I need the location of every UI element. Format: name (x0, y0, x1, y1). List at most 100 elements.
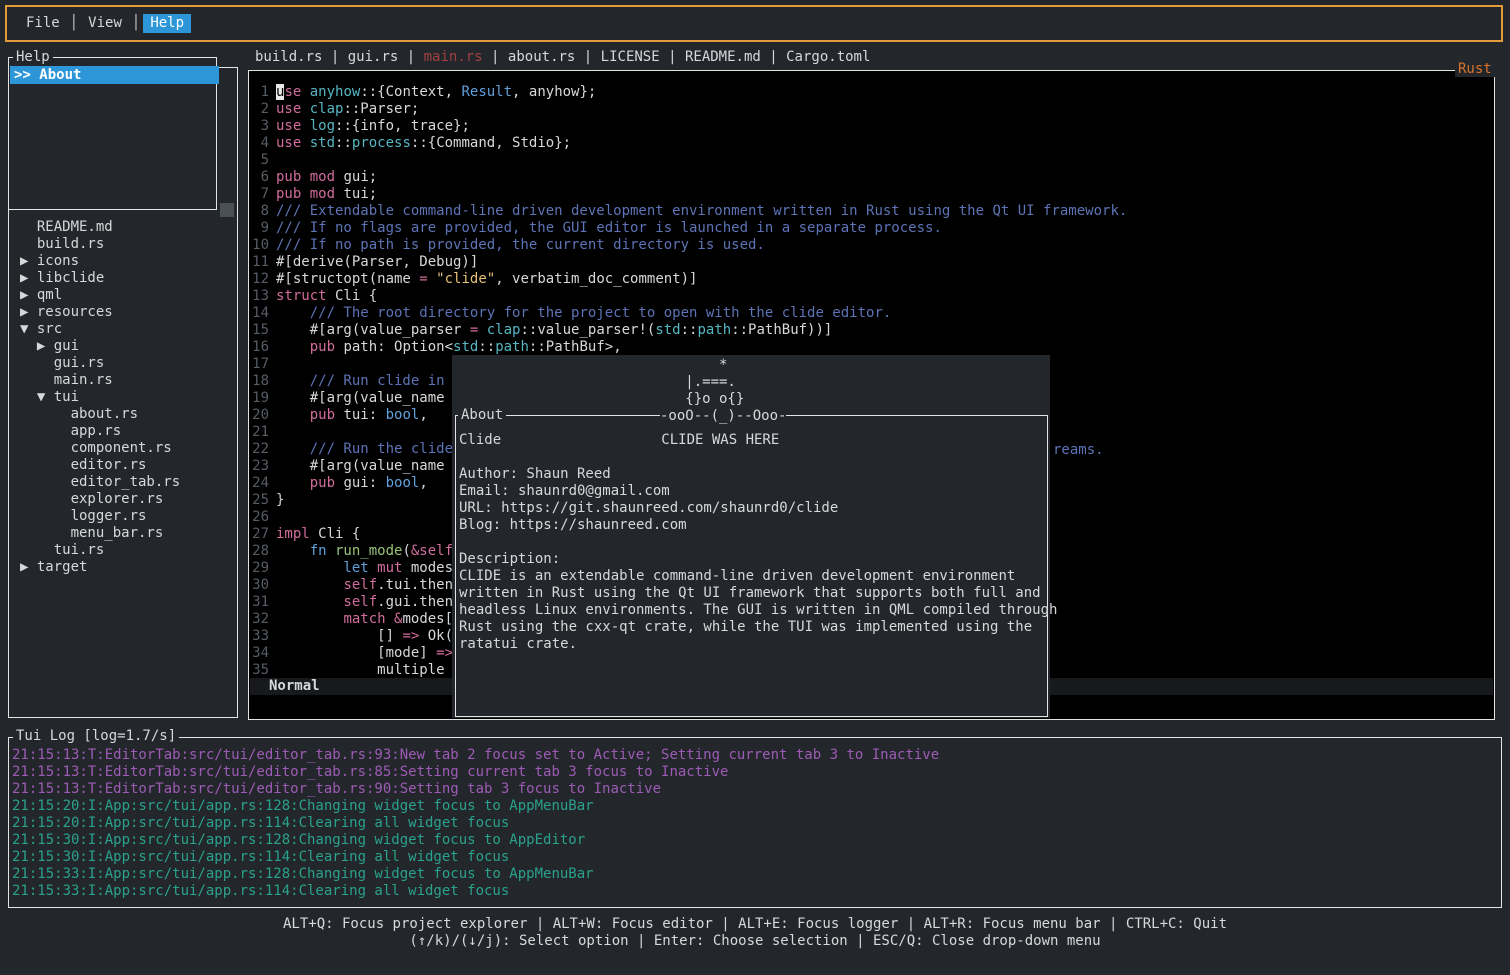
code-line-3: 3use log::{info, trace}; (252, 118, 1127, 135)
menu-separator: │ (67, 15, 81, 32)
tree-item-component.rs[interactable]: component.rs (11, 440, 235, 457)
log-entry: 21:15:33:I:App:src/tui/app.rs:128:Changi… (12, 866, 939, 883)
tree-item-menu_bar.rs[interactable]: menu_bar.rs (11, 525, 235, 542)
log-entry: 21:15:13:T:EditorTab:src/tui/editor_tab.… (12, 747, 939, 764)
code-line-4: 4use std::process::{Command, Stdio}; (252, 135, 1127, 152)
line-number: 9 (252, 220, 269, 237)
tree-item-tui.rs[interactable]: tui.rs (11, 542, 235, 559)
line-number: 29 (252, 560, 269, 577)
line-number: 16 (252, 339, 269, 356)
line-number: 34 (252, 645, 269, 662)
tree-item-editor_tab.rs[interactable]: editor_tab.rs (11, 474, 235, 491)
log-entry: 21:15:20:I:App:src/tui/app.rs:114:Cleari… (12, 815, 939, 832)
tree-item-README.md[interactable]: README.md (11, 219, 235, 236)
about-dialog-header: Clide CLIDE WAS HERE (459, 432, 779, 449)
line-number: 28 (252, 543, 269, 560)
code-line-14: 14 /// The root directory for the projec… (252, 305, 1127, 322)
tui-log-panel[interactable]: 21:15:13:T:EditorTab:src/tui/editor_tab.… (8, 737, 1502, 908)
code-line-6: 6pub mod gui; (252, 169, 1127, 186)
line-number: 4 (252, 135, 269, 152)
tab-about.rs[interactable]: about.rs (508, 49, 575, 65)
tab-LICENSE[interactable]: LICENSE (601, 49, 660, 65)
line-number: 2 (252, 101, 269, 118)
code-line-8: 8/// Extendable command-line driven deve… (252, 203, 1127, 220)
clide-ascii-art: * |.===. {}o o{} -ooO--(_)--Ooo- (660, 357, 786, 425)
about-dialog-title: About (458, 408, 506, 423)
file-tree: README.md build.rs▶ icons▶ libclide▶ qml… (11, 219, 235, 576)
code-line-15: 15 #[arg(value_parser = clap::value_pars… (252, 322, 1127, 339)
log-entry: 21:15:30:I:App:src/tui/app.rs:114:Cleari… (12, 849, 939, 866)
code-line-22-tail: reams. (1053, 442, 1104, 459)
tree-item-resources[interactable]: ▶ resources (11, 304, 235, 321)
menu-item-help[interactable]: Help (143, 14, 191, 33)
tab-README.md[interactable]: README.md (685, 49, 761, 65)
line-number: 20 (252, 407, 269, 424)
line-number: 14 (252, 305, 269, 322)
help-dropdown-menu: >> About (8, 57, 217, 210)
tree-item-tui[interactable]: ▼ tui (11, 389, 235, 406)
line-number: 32 (252, 611, 269, 628)
tab-Cargo.toml[interactable]: Cargo.toml (786, 49, 870, 65)
editor-language-badge: Rust (1455, 62, 1495, 77)
tree-item-qml[interactable]: ▶ qml (11, 287, 235, 304)
code-line-11: 11#[derive(Parser, Debug)] (252, 254, 1127, 271)
tree-item-explorer.rs[interactable]: explorer.rs (11, 491, 235, 508)
menu-bar: File│View│Help (5, 5, 1503, 42)
tree-item-main.rs[interactable]: main.rs (11, 372, 235, 389)
log-entry: 21:15:30:I:App:src/tui/app.rs:128:Changi… (12, 832, 939, 849)
line-number: 31 (252, 594, 269, 611)
tree-item-icons[interactable]: ▶ icons (11, 253, 235, 270)
menu-item-file[interactable]: File (19, 14, 67, 33)
code-line-10: 10/// If no path is provided, the curren… (252, 237, 1127, 254)
line-number: 6 (252, 169, 269, 186)
code-line-16: 16 pub path: Option<std::path::PathBuf>, (252, 339, 1127, 356)
help-menu-option-about[interactable]: >> About (10, 66, 219, 84)
editor-tab-bar: build.rs | gui.rs | main.rs | about.rs |… (255, 49, 870, 66)
tree-item-logger.rs[interactable]: logger.rs (11, 508, 235, 525)
tree-item-src[interactable]: ▼ src (11, 321, 235, 338)
tree-item-app.rs[interactable]: app.rs (11, 423, 235, 440)
code-line-9: 9/// If no flags are provided, the GUI e… (252, 220, 1127, 237)
tab-separator: | (660, 49, 685, 65)
shortcut-bar-line-2: (↑/k)/(↓/j): Select option | Enter: Choo… (0, 933, 1510, 950)
code-line-5: 5 (252, 152, 1127, 169)
line-number: 30 (252, 577, 269, 594)
tree-item-gui[interactable]: ▶ gui (11, 338, 235, 355)
log-entry: 21:15:33:I:App:src/tui/app.rs:114:Cleari… (12, 883, 939, 900)
help-dropdown-title: Help (13, 50, 53, 65)
tree-item-build.rs[interactable]: build.rs (11, 236, 235, 253)
code-line-2: 2use clap::Parser; (252, 101, 1127, 118)
code-line-7: 7pub mod tui; (252, 186, 1127, 203)
log-entry: 21:15:20:I:App:src/tui/app.rs:128:Changi… (12, 798, 939, 815)
tab-gui.rs[interactable]: gui.rs (348, 49, 399, 65)
tab-main.rs[interactable]: main.rs (424, 49, 483, 65)
tree-item-target[interactable]: ▶ target (11, 559, 235, 576)
code-line-13: 13struct Cli { (252, 288, 1127, 305)
tab-build.rs[interactable]: build.rs (255, 49, 322, 65)
line-number: 35 (252, 662, 269, 679)
tab-separator: | (575, 49, 600, 65)
explorer-scrollbar-thumb[interactable] (220, 203, 234, 217)
line-number: 11 (252, 254, 269, 271)
about-dialog: * |.===. {}o o{} -ooO--(_)--Ooo- Clide C… (452, 355, 1050, 718)
tui-log-title: Tui Log [log=1.7/s] (13, 729, 179, 744)
tree-item-gui.rs[interactable]: gui.rs (11, 355, 235, 372)
tree-item-libclide[interactable]: ▶ libclide (11, 270, 235, 287)
tab-separator: | (322, 49, 347, 65)
line-number: 12 (252, 271, 269, 288)
line-number: 10 (252, 237, 269, 254)
line-number: 25 (252, 492, 269, 509)
menu-separator: │ (129, 15, 143, 32)
line-number: 26 (252, 509, 269, 526)
line-number: 15 (252, 322, 269, 339)
tree-item-about.rs[interactable]: about.rs (11, 406, 235, 423)
line-number: 7 (252, 186, 269, 203)
line-number: 1 (252, 84, 269, 101)
tab-separator: | (398, 49, 423, 65)
line-number: 23 (252, 458, 269, 475)
line-number: 13 (252, 288, 269, 305)
menu-item-view[interactable]: View (81, 14, 129, 33)
log-lines: 21:15:13:T:EditorTab:src/tui/editor_tab.… (12, 747, 939, 900)
line-number: 5 (252, 152, 269, 169)
tree-item-editor.rs[interactable]: editor.rs (11, 457, 235, 474)
